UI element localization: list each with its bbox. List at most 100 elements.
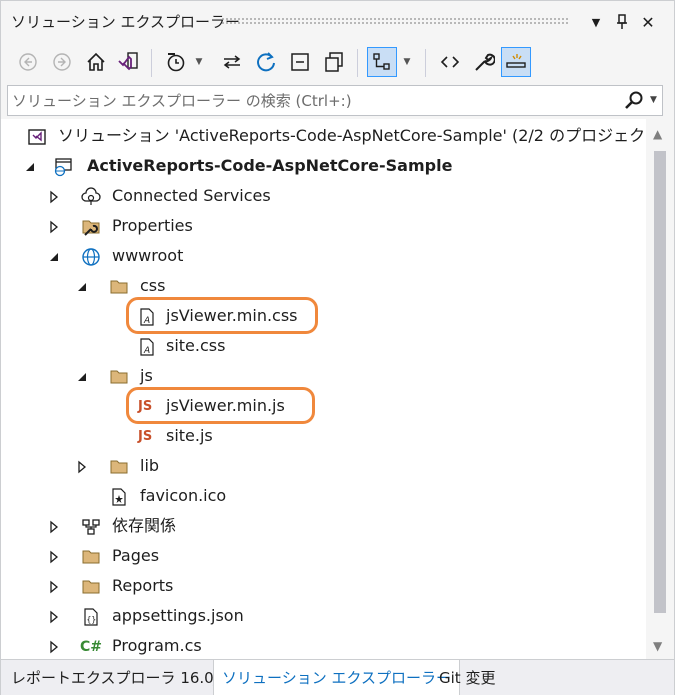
tree-item-pages[interactable]: Pages — [1, 542, 646, 572]
properties-folder-icon — [82, 220, 100, 236]
collapsed-arrow-icon[interactable] — [47, 190, 61, 204]
visual-studio-icon — [118, 52, 138, 71]
title-grip[interactable] — [221, 17, 569, 24]
tree-item-favicon[interactable]: favicon.ico — [1, 482, 646, 512]
scroll-thumb[interactable] — [654, 151, 666, 613]
collapsed-arrow-icon[interactable] — [47, 520, 61, 534]
toolbar: ▼ ▼ — [1, 43, 674, 83]
svg-text:A: A — [143, 346, 150, 356]
toolbar-separator — [425, 49, 426, 77]
switch-views-button[interactable] — [113, 47, 143, 77]
view-switch-button[interactable] — [367, 47, 397, 77]
back-icon — [19, 53, 37, 71]
tab-git-changes[interactable]: Git 変更 — [431, 660, 503, 695]
view-dropdown[interactable]: ▼ — [401, 51, 413, 73]
close-button[interactable]: ✕ — [637, 10, 659, 34]
tab-solution-explorer[interactable]: ソリューション エクスプローラー — [213, 660, 461, 695]
history-dropdown[interactable]: ▼ — [193, 51, 205, 73]
tree-item-site-js[interactable]: JS site.js — [1, 422, 646, 452]
expanded-arrow-icon[interactable] — [23, 160, 37, 174]
toolbar-separator — [357, 49, 358, 77]
collapsed-arrow-icon[interactable] — [47, 610, 61, 624]
back-button[interactable] — [13, 47, 43, 77]
tree-item-dependencies[interactable]: 依存関係 — [1, 512, 646, 542]
collapsed-arrow-icon[interactable] — [47, 640, 61, 654]
dependencies-icon — [82, 519, 100, 535]
search-box: ▼ — [7, 85, 663, 116]
show-all-files-button[interactable] — [319, 47, 349, 77]
appsettings-label: appsettings.json — [112, 606, 244, 625]
vertical-scrollbar[interactable]: ▲ ▼ — [646, 119, 674, 659]
collapse-all-icon — [291, 53, 309, 71]
copy-icon — [325, 52, 343, 72]
collapsed-arrow-icon[interactable] — [47, 220, 61, 234]
css-folder-label: css — [140, 276, 166, 295]
scroll-down-icon[interactable]: ▼ — [653, 639, 662, 653]
properties-label: Properties — [112, 216, 193, 235]
tree-item-appsettings[interactable]: {} appsettings.json — [1, 602, 646, 632]
highlight-jsviewer-min-js — [126, 387, 315, 424]
globe-icon — [82, 248, 100, 266]
tree-item-css-folder[interactable]: css — [1, 272, 646, 302]
properties-wrench-icon — [475, 53, 495, 71]
tree-item-properties[interactable]: Properties — [1, 212, 646, 242]
collapsed-arrow-icon[interactable] — [75, 460, 89, 474]
tree-item-jsviewer-min-js[interactable]: JS jsViewer.min.js — [1, 392, 646, 422]
project-label: ActiveReports-Code-AspNetCore-Sample — [87, 156, 453, 175]
solution-label: ソリューション 'ActiveReports-Code-AspNetCore-S… — [58, 126, 646, 145]
tree-item-jsviewer-min-css[interactable]: A jsViewer.min.css — [1, 302, 646, 332]
site-js-label: site.js — [166, 426, 213, 445]
search-input[interactable] — [12, 89, 612, 113]
js-file-icon: JS — [138, 429, 153, 444]
scroll-up-icon[interactable]: ▲ — [653, 127, 662, 141]
lib-folder-label: lib — [140, 456, 160, 475]
collapsed-arrow-icon[interactable] — [47, 550, 61, 564]
dependencies-label: 依存関係 — [112, 516, 177, 535]
expanded-arrow-icon[interactable] — [75, 370, 89, 384]
favicon-label: favicon.ico — [140, 486, 227, 505]
properties-button[interactable] — [469, 47, 499, 77]
window-title: ソリューション エクスプローラー — [11, 13, 241, 31]
sync-icon — [223, 55, 241, 69]
program-cs-label: Program.cs — [112, 636, 202, 655]
collapse-all-button[interactable] — [285, 47, 315, 77]
collapsed-arrow-icon[interactable] — [47, 580, 61, 594]
view-code-button[interactable] — [435, 47, 465, 77]
sync-button[interactable] — [217, 47, 247, 77]
title-bar: ソリューション エクスプローラー ▼ ✕ — [1, 1, 674, 43]
tree-item-lib-folder[interactable]: lib — [1, 452, 646, 482]
js-folder-label: js — [140, 366, 153, 385]
folder-icon — [110, 280, 128, 294]
json-file-icon: {} — [84, 608, 98, 626]
tree-item-project[interactable]: ActiveReports-Code-AspNetCore-Sample — [1, 152, 646, 182]
web-project-icon — [54, 158, 72, 177]
refresh-icon — [257, 52, 275, 72]
pending-changes-button[interactable] — [161, 47, 191, 77]
refresh-button[interactable] — [251, 47, 281, 77]
pages-label: Pages — [112, 546, 160, 565]
forward-icon — [53, 53, 71, 71]
csharp-file-icon: C# — [80, 639, 103, 655]
view-switch-icon — [373, 53, 390, 70]
tab-report-explorer[interactable]: レポートエクスプローラ 16.0J — [3, 660, 226, 695]
tree-item-js-folder[interactable]: js — [1, 362, 646, 392]
forward-button[interactable] — [47, 47, 77, 77]
tree-item-reports[interactable]: Reports — [1, 572, 646, 602]
connected-services-label: Connected Services — [112, 186, 271, 205]
search-options-dropdown[interactable]: ▼ — [650, 95, 657, 105]
search-icon[interactable] — [623, 90, 645, 112]
expanded-arrow-icon[interactable] — [75, 280, 89, 294]
home-icon — [87, 52, 105, 71]
pin-button[interactable] — [611, 10, 633, 34]
home-button[interactable] — [81, 47, 111, 77]
tree-item-connected-services[interactable]: Connected Services — [1, 182, 646, 212]
tree-item-wwwroot[interactable]: wwwroot — [1, 242, 646, 272]
tree-item-solution[interactable]: ソリューション 'ActiveReports-Code-AspNetCore-S… — [1, 122, 646, 152]
tree-item-site-css[interactable]: A site.css — [1, 332, 646, 362]
toolbar-separator — [151, 49, 152, 77]
highlight-jsviewer-min-css — [126, 297, 318, 334]
window-menu-button[interactable]: ▼ — [585, 10, 607, 34]
preview-button[interactable] — [501, 47, 531, 77]
expanded-arrow-icon[interactable] — [47, 250, 61, 264]
tree-item-program-cs[interactable]: C# Program.cs — [1, 632, 646, 659]
